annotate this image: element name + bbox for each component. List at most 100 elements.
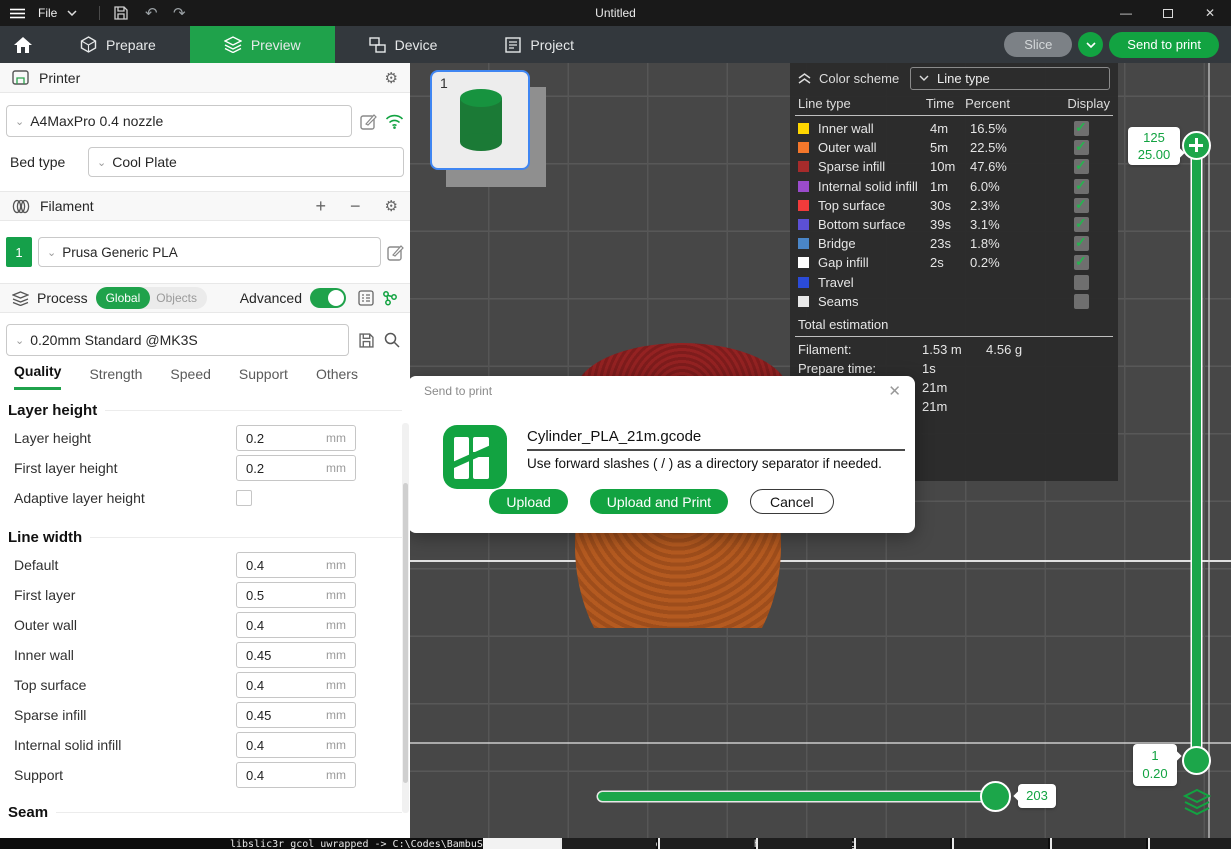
maximize-button[interactable] <box>1147 0 1189 26</box>
search-icon[interactable] <box>384 332 400 348</box>
line-width-outer-wall-input[interactable]: 0.4mm <box>236 612 356 638</box>
display-checkbox[interactable] <box>1074 179 1089 194</box>
remove-filament-button[interactable]: − <box>350 196 361 217</box>
filament-section-header: Filament + − ⚙ <box>0 191 410 221</box>
view-mode-select[interactable]: Line type <box>910 67 1110 90</box>
file-menu[interactable]: File <box>38 6 57 20</box>
legend-label: Bottom surface <box>818 217 930 232</box>
add-filament-button[interactable]: + <box>316 196 327 217</box>
process-scope-toggle[interactable]: Global Objects <box>96 287 207 309</box>
legend-row: Gap infill2s0.2% <box>790 253 1118 272</box>
first-layer-height-input[interactable]: 0.2 mm <box>236 455 356 481</box>
send-to-print-button[interactable]: Send to print <box>1109 32 1219 58</box>
line-width-top-surface-input[interactable]: 0.4mm <box>236 672 356 698</box>
save-preset-icon[interactable] <box>359 333 374 348</box>
display-checkbox[interactable] <box>1074 236 1089 251</box>
stat-value: 21m <box>922 399 986 414</box>
advanced-toggle[interactable] <box>310 288 346 308</box>
display-checkbox[interactable] <box>1074 140 1089 155</box>
send-options-button[interactable] <box>1078 32 1103 57</box>
upload-button[interactable]: Upload <box>489 489 567 514</box>
layer-slider-track[interactable] <box>1192 145 1201 760</box>
printer-settings-gear-icon[interactable]: ⚙ <box>385 69 398 87</box>
grid-line <box>410 560 1231 562</box>
line-width-support-input[interactable]: 0.4mm <box>236 762 356 788</box>
filename-input[interactable] <box>527 424 905 451</box>
filament-settings-gear-icon[interactable]: ⚙ <box>385 197 398 215</box>
line-width-inner-wall-input[interactable]: 0.45mm <box>236 642 356 668</box>
model-cylinder-body[interactable] <box>560 533 800 628</box>
legend-row: Outer wall5m22.5% <box>790 138 1118 157</box>
stat-label: Prepare time: <box>798 361 922 376</box>
layers-view-button[interactable] <box>1182 788 1212 818</box>
save-icon[interactable] <box>114 6 132 20</box>
display-checkbox[interactable] <box>1074 159 1089 174</box>
titlebar-divider <box>99 6 100 20</box>
tab-project[interactable]: Project <box>471 26 608 63</box>
param-unit: mm <box>326 738 346 752</box>
layer-slider-bottom-handle[interactable] <box>1182 746 1211 775</box>
internal-solid-infill-swatch <box>798 181 809 192</box>
bed-type-select[interactable]: ⌄ Cool Plate <box>88 147 404 177</box>
home-button[interactable] <box>0 26 46 63</box>
close-button[interactable]: ✕ <box>1189 0 1231 26</box>
line-width-first-layer-input[interactable]: 0.5mm <box>236 582 356 608</box>
collapse-panel-icon[interactable] <box>798 73 811 84</box>
tab-support[interactable]: Support <box>239 366 288 390</box>
minimize-button[interactable]: — <box>1105 0 1147 26</box>
adaptive-layer-height-checkbox[interactable] <box>236 490 252 506</box>
seam-section-title: Seam <box>8 804 48 821</box>
process-section-header: Process Global Objects Advanced <box>0 283 410 313</box>
upload-and-print-button[interactable]: Upload and Print <box>590 489 728 514</box>
process-icon <box>12 291 29 306</box>
display-checkbox[interactable] <box>1074 198 1089 213</box>
display-checkbox[interactable] <box>1074 255 1089 270</box>
tab-others[interactable]: Others <box>316 366 358 390</box>
tab-preview[interactable]: Preview <box>190 26 335 63</box>
wifi-icon[interactable] <box>385 114 404 129</box>
line-width-internal-solid-infill-input[interactable]: 0.4mm <box>236 732 356 758</box>
param-row: Outer wall 0.4mm <box>0 610 410 640</box>
process-preset-select[interactable]: ⌄ 0.20mm Standard @MK3S <box>6 324 349 356</box>
display-checkbox[interactable] <box>1074 121 1089 136</box>
gcode-move-slider-handle[interactable] <box>980 781 1011 812</box>
filament-slot-badge[interactable]: 1 <box>6 237 32 267</box>
chevron-down-icon <box>1086 42 1096 48</box>
dialog-close-icon[interactable]: ✕ <box>888 382 901 400</box>
redo-icon[interactable]: ↷ <box>170 4 188 22</box>
tab-prepare[interactable]: Prepare <box>46 26 190 63</box>
tune-parameters-icon[interactable] <box>382 290 398 306</box>
printer-edit-icon[interactable] <box>360 113 377 130</box>
plate-thumbnail[interactable]: 1 <box>430 70 530 170</box>
line-width-default-input[interactable]: 0.4mm <box>236 552 356 578</box>
layer-height-input[interactable]: 0.2 mm <box>236 425 356 451</box>
taskbar-fragment <box>483 838 560 849</box>
hamburger-menu-icon[interactable] <box>10 8 28 19</box>
tab-strength[interactable]: Strength <box>89 366 142 390</box>
tab-quality[interactable]: Quality <box>14 363 61 390</box>
advanced-label: Advanced <box>240 290 302 306</box>
taskbar-fragment <box>1148 838 1231 849</box>
line-width-sparse-infill-input[interactable]: 0.45mm <box>236 702 356 728</box>
display-checkbox[interactable] <box>1074 275 1089 290</box>
tab-speed[interactable]: Speed <box>170 366 210 390</box>
printer-preset-select[interactable]: ⌄ A4MaxPro 0.4 nozzle <box>6 105 352 137</box>
gcode-move-tooltip: 203 <box>1018 784 1056 808</box>
tab-device[interactable]: Device <box>335 26 472 63</box>
filament-edit-icon[interactable] <box>387 244 404 261</box>
slice-button[interactable]: Slice <box>1004 32 1072 57</box>
display-checkbox[interactable] <box>1074 217 1089 232</box>
gcode-move-slider-track[interactable] <box>598 792 998 801</box>
chevron-down-icon[interactable] <box>67 10 85 16</box>
layer-slider-top-handle[interactable] <box>1182 131 1211 160</box>
undo-icon[interactable]: ↶ <box>142 4 160 22</box>
parameter-list-icon[interactable] <box>358 290 374 306</box>
display-checkbox[interactable] <box>1074 294 1089 309</box>
cancel-button[interactable]: Cancel <box>750 489 834 514</box>
panel-scrollbar[interactable] <box>402 423 409 813</box>
filament-preset-select[interactable]: ⌄ Prusa Generic PLA <box>38 237 381 267</box>
scope-objects[interactable]: Objects <box>150 291 207 305</box>
legend-divider <box>795 115 1113 116</box>
scope-global[interactable]: Global <box>96 287 151 309</box>
line-width-section: Line width <box>0 513 410 550</box>
